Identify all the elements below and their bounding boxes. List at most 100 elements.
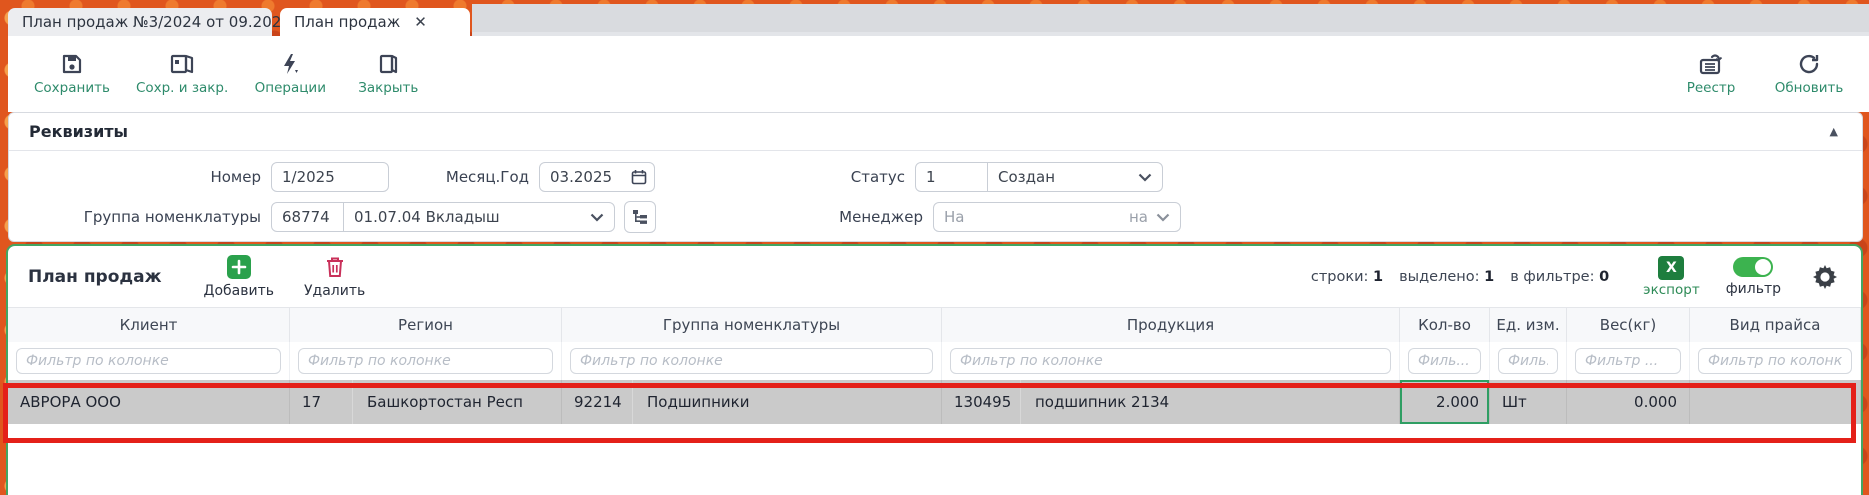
column-header-region[interactable]: Регион xyxy=(290,308,562,342)
subcell-divider xyxy=(1020,380,1021,424)
requisites-body: Номер Месяц.Год Статус 1 Созд xyxy=(9,151,1862,233)
save-button[interactable]: Сохранить xyxy=(34,52,110,96)
status-label: Статус xyxy=(850,168,905,186)
tab-bar-filler xyxy=(472,4,1869,36)
requisites-panel: Реквизиты ▲ Номер Месяц.Год Статус xyxy=(8,112,1863,242)
main-toolbar: Сохранить Сохр. и закр. Операции Закрыть… xyxy=(8,36,1869,112)
toggle-on-icon[interactable] xyxy=(1733,256,1774,277)
cell-unit[interactable]: Шт xyxy=(1490,380,1567,424)
column-header-qty[interactable]: Кол-во xyxy=(1400,308,1490,342)
rows-count: строки: 1 xyxy=(1310,268,1384,285)
tree-select-button[interactable] xyxy=(624,201,656,233)
cell-product[interactable]: 130495 подшипник 2134 xyxy=(942,380,1400,424)
tab-bar: План продаж №3/2024 от 09.2024 ✕ План пр… xyxy=(8,0,1869,36)
cell-client[interactable]: АВРОРА ООО xyxy=(8,380,290,424)
filter-input-weight[interactable] xyxy=(1575,348,1681,374)
save-and-close-button[interactable]: Сохр. и закр. xyxy=(136,52,228,96)
operations-button[interactable]: Операции xyxy=(254,52,326,96)
delete-row-button[interactable]: Удалить xyxy=(304,254,365,299)
save-label: Сохранить xyxy=(34,80,110,96)
refresh-button[interactable]: Обновить xyxy=(1773,52,1845,96)
nomenclature-group-label: Группа номенклатуры xyxy=(83,208,261,226)
status-value: Создан xyxy=(998,168,1055,186)
column-header-weight[interactable]: Вес(кг) xyxy=(1567,308,1690,342)
filter-input-price-kind[interactable] xyxy=(1698,348,1852,374)
nomenclature-group-code[interactable]: 68774 xyxy=(272,203,344,231)
calendar-icon[interactable] xyxy=(631,169,647,185)
lightning-icon xyxy=(278,52,302,76)
registry-icon xyxy=(1698,52,1724,76)
filter-toggle[interactable]: фильтр xyxy=(1725,256,1781,297)
close-icon[interactable]: ✕ xyxy=(414,13,427,31)
save-and-close-label: Сохр. и закр. xyxy=(135,80,229,96)
refresh-icon xyxy=(1797,52,1821,76)
column-header-product[interactable]: Продукция xyxy=(942,308,1400,342)
requisites-title: Реквизиты xyxy=(29,122,129,141)
filter-input-region[interactable] xyxy=(298,348,553,374)
filter-input-unit[interactable] xyxy=(1498,348,1558,374)
requisites-row-2: Группа номенклатуры 68774 01.07.04 Вклад… xyxy=(9,201,1862,233)
add-row-button[interactable]: Добавить xyxy=(204,254,274,299)
chevron-down-icon[interactable] xyxy=(1156,213,1170,222)
desktop-background: { "tabs": [ { "label": "План продаж №3/2… xyxy=(0,0,1869,495)
manager-right-text: на xyxy=(1129,208,1148,226)
chevron-down-icon[interactable] xyxy=(1138,173,1152,182)
close-form-button[interactable]: Закрыть xyxy=(352,52,424,96)
collapse-caret-icon[interactable]: ▲ xyxy=(1830,125,1838,138)
product-name: подшипник 2134 xyxy=(1035,393,1170,411)
nomenclature-group-combobox[interactable]: 68774 01.07.04 Вкладыш xyxy=(271,202,615,232)
save-icon xyxy=(60,52,84,76)
group-code: 92214 xyxy=(574,393,622,411)
product-code: 130495 xyxy=(954,393,1012,411)
table-row-selected[interactable]: АВРОРА ООО 17 Башкортостан Респ 92214 По… xyxy=(8,380,1861,424)
filter-input-product[interactable] xyxy=(950,348,1391,374)
filter-input-group[interactable] xyxy=(570,348,933,374)
cell-qty-editable[interactable]: 2.000 xyxy=(1400,380,1490,424)
toolbar-left-group: Сохранить Сохр. и закр. Операции Закрыть xyxy=(34,52,424,96)
chevron-down-icon[interactable] xyxy=(590,213,604,222)
door-icon xyxy=(376,52,400,76)
manager-combobox[interactable]: На на xyxy=(933,202,1181,232)
column-header-unit[interactable]: Ед. изм. xyxy=(1490,308,1567,342)
cell-region[interactable]: 17 Башкортостан Респ xyxy=(290,380,562,424)
status-combobox[interactable]: 1 Создан xyxy=(915,162,1163,192)
export-label: экспорт xyxy=(1643,281,1700,298)
excel-icon: X xyxy=(1658,255,1685,280)
subcell-divider xyxy=(632,380,633,424)
trash-icon xyxy=(326,257,343,277)
status-code[interactable]: 1 xyxy=(916,163,988,191)
delete-row-label: Удалить xyxy=(304,283,366,299)
manager-label: Менеджер xyxy=(839,208,923,226)
toolbar-right-group: Реестр Обновить xyxy=(1675,52,1845,96)
tab-label: План продаж xyxy=(294,13,401,31)
cell-weight[interactable]: 0.000 xyxy=(1567,380,1690,424)
gear-icon[interactable] xyxy=(1811,263,1839,291)
app-window: План продаж №3/2024 от 09.2024 ✕ План пр… xyxy=(6,0,1869,495)
table-header-row: Клиент Регион Группа номенклатуры Продук… xyxy=(8,308,1861,342)
plus-square-icon xyxy=(226,255,251,279)
number-label: Номер xyxy=(210,168,261,186)
grid-toolbar: План продаж Добавить Удалить строки: 1 в… xyxy=(8,246,1861,308)
operations-label: Операции xyxy=(254,80,326,96)
cell-nomenclature-group[interactable]: 92214 Подшипники xyxy=(562,380,942,424)
tab-label: План продаж №3/2024 от 09.2024 xyxy=(22,13,291,31)
column-header-client[interactable]: Клиент xyxy=(8,308,290,342)
number-input[interactable] xyxy=(271,162,389,192)
selected-count: выделено: 1 xyxy=(1399,268,1495,285)
filter-toggle-label: фильтр xyxy=(1725,280,1781,297)
tab-plan-prodazh-active[interactable]: План продаж ✕ xyxy=(280,8,470,36)
registry-button[interactable]: Реестр xyxy=(1675,52,1747,96)
nomenclature-group-value: 01.07.04 Вкладыш xyxy=(354,208,500,226)
filter-input-client[interactable] xyxy=(16,348,281,374)
column-header-price-kind[interactable]: Вид прайса xyxy=(1690,308,1861,342)
tab-plan-3-2024[interactable]: План продаж №3/2024 от 09.2024 ✕ xyxy=(8,8,317,36)
tree-icon xyxy=(633,210,647,224)
region-name: Башкортостан Респ xyxy=(367,393,523,411)
sales-plan-grid-panel: План продаж Добавить Удалить строки: 1 в… xyxy=(6,244,1863,495)
column-header-group[interactable]: Группа номенклатуры xyxy=(562,308,942,342)
group-name: Подшипники xyxy=(647,393,750,411)
cell-price-kind[interactable] xyxy=(1690,380,1861,424)
export-excel-button[interactable]: X экспорт xyxy=(1643,255,1700,298)
requisites-header: Реквизиты ▲ xyxy=(9,113,1862,151)
filter-input-qty[interactable] xyxy=(1408,348,1481,374)
